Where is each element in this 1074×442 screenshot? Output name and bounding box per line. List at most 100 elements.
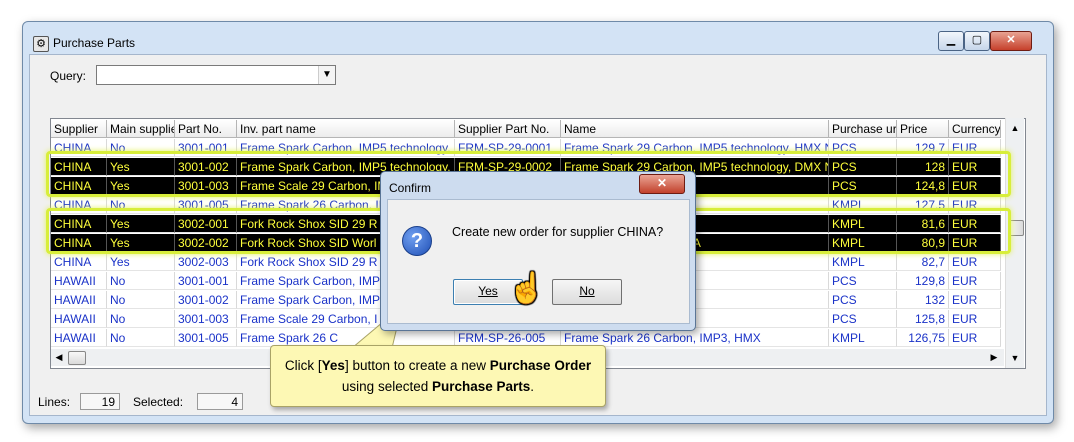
table-cell-supplier: CHINA bbox=[51, 253, 107, 271]
table-cell-supplier: HAWAII bbox=[51, 272, 107, 290]
question-icon: ? bbox=[402, 226, 432, 256]
no-button-label: No bbox=[579, 284, 595, 298]
table-row[interactable]: CHINA No 3001-001 Frame Spark Carbon, IMP5 … bbox=[51, 139, 1006, 157]
table-cell-cur: EUR bbox=[949, 139, 1001, 157]
confirm-dialog: Confirm ✕ ? Create new order for supplie… bbox=[380, 171, 696, 331]
table-cell-supplier: CHINA bbox=[51, 234, 107, 252]
instruction-callout: Click [Yes] button to create a new Purch… bbox=[270, 345, 606, 407]
table-cell-price: 129,7 bbox=[897, 139, 949, 157]
chevron-down-icon[interactable]: ▼ bbox=[318, 66, 335, 84]
table-cell-main: No bbox=[107, 291, 175, 309]
table-cell-unit: PCS bbox=[829, 272, 897, 290]
scroll-right-icon[interactable]: ▶ bbox=[986, 349, 1002, 366]
table-cell-unit: PCS bbox=[829, 310, 897, 328]
table-cell-cur: EUR bbox=[949, 310, 1001, 328]
table-cell-main: Yes bbox=[107, 215, 175, 233]
table-cell-price: 126,75 bbox=[897, 329, 949, 347]
dialog-close-button[interactable]: ✕ bbox=[639, 174, 685, 194]
table-cell-supplier: CHINA bbox=[51, 177, 107, 195]
table-cell-unit: KMPL bbox=[829, 329, 897, 347]
table-cell-supplier: CHINA bbox=[51, 215, 107, 233]
table-cell-inv: Frame Spark Carbon, IMP5 technology, H bbox=[237, 139, 455, 157]
table-cell-cur: EUR bbox=[949, 291, 1001, 309]
selected-count: 4 bbox=[197, 393, 243, 410]
callout-text-2: ] button to create a new bbox=[344, 358, 490, 373]
table-cell-cur: EUR bbox=[949, 158, 1001, 176]
table-cell-price: 128 bbox=[897, 158, 949, 176]
table-cell-supplier: CHINA bbox=[51, 196, 107, 214]
table-cell-part: 3001-001 bbox=[175, 272, 237, 290]
title-bar[interactable]: ⚙ Purchase Parts ▁ ▢ ✕ bbox=[23, 22, 1053, 52]
table-cell-supplier: HAWAII bbox=[51, 310, 107, 328]
table-cell-main: Yes bbox=[107, 253, 175, 271]
table-cell-price: 127,5 bbox=[897, 196, 949, 214]
vertical-scrollbar[interactable]: ▲ ▼ bbox=[1005, 118, 1024, 368]
table-cell-name: Frame Spark 29 Carbon, IMP5 technology, … bbox=[561, 139, 829, 157]
table-cell-unit: PCS bbox=[829, 139, 897, 157]
scroll-left-icon[interactable]: ◀ bbox=[51, 349, 67, 366]
table-cell-price: 82,7 bbox=[897, 253, 949, 271]
table-cell-price: 80,9 bbox=[897, 234, 949, 252]
table-cell-part: 3001-002 bbox=[175, 291, 237, 309]
table-cell-supplier: HAWAII bbox=[51, 291, 107, 309]
column-header[interactable]: Inv. part name bbox=[237, 120, 455, 138]
table-cell-unit: KMPL bbox=[829, 234, 897, 252]
selected-label: Selected: bbox=[133, 395, 184, 409]
horizontal-scroll-thumb[interactable] bbox=[68, 351, 86, 365]
table-cell-main: No bbox=[107, 139, 175, 157]
callout-yes: Yes bbox=[321, 358, 345, 373]
scroll-up-icon[interactable]: ▲ bbox=[1006, 120, 1024, 136]
scroll-down-icon[interactable]: ▼ bbox=[1006, 350, 1024, 366]
table-cell-part: 3002-001 bbox=[175, 215, 237, 233]
column-header[interactable]: Main supplie bbox=[107, 120, 175, 138]
table-cell-part: 3001-003 bbox=[175, 310, 237, 328]
table-cell-cur: EUR bbox=[949, 234, 1001, 252]
table-cell-part: 3001-003 bbox=[175, 177, 237, 195]
table-cell-unit: PCS bbox=[829, 158, 897, 176]
table-cell-cur: EUR bbox=[949, 177, 1001, 195]
table-cell-price: 125,8 bbox=[897, 310, 949, 328]
table-cell-part: 3001-002 bbox=[175, 158, 237, 176]
table-cell-price: 129,8 bbox=[897, 272, 949, 290]
query-dropdown[interactable]: ▼ bbox=[96, 65, 336, 85]
callout-text-4: . bbox=[530, 379, 535, 394]
column-header[interactable]: Price bbox=[897, 120, 949, 138]
table-cell-main: No bbox=[107, 310, 175, 328]
table-cell-unit: KMPL bbox=[829, 253, 897, 271]
column-header[interactable]: Supplier bbox=[51, 120, 107, 138]
table-cell-part: 3001-005 bbox=[175, 329, 237, 347]
column-header[interactable]: Purchase ur bbox=[829, 120, 897, 138]
table-cell-price: 124,8 bbox=[897, 177, 949, 195]
column-header[interactable]: Part No. bbox=[175, 120, 237, 138]
no-button[interactable]: No bbox=[552, 279, 622, 305]
table-cell-supplier: CHINA bbox=[51, 139, 107, 157]
callout-purchase-order: Purchase Order bbox=[489, 358, 592, 373]
callout-text-1: Click [ bbox=[284, 358, 322, 373]
vertical-scroll-thumb[interactable] bbox=[1008, 220, 1024, 236]
lines-count: 19 bbox=[80, 393, 120, 410]
close-button[interactable]: ✕ bbox=[990, 31, 1032, 51]
table-cell-unit: PCS bbox=[829, 291, 897, 309]
lines-label: Lines: bbox=[38, 395, 71, 409]
query-label: Query: bbox=[50, 69, 87, 83]
table-cell-main: No bbox=[107, 272, 175, 290]
minimize-button[interactable]: ▁ bbox=[938, 31, 964, 51]
table-cell-price: 81,6 bbox=[897, 215, 949, 233]
column-header[interactable]: Name bbox=[561, 120, 829, 138]
table-cell-part: 3002-002 bbox=[175, 234, 237, 252]
table-cell-main: No bbox=[107, 196, 175, 214]
yes-button-label: Yes bbox=[478, 284, 498, 298]
table-cell-part: 3001-001 bbox=[175, 139, 237, 157]
table-cell-main: Yes bbox=[107, 158, 175, 176]
table-cell-main: Yes bbox=[107, 177, 175, 195]
maximize-button[interactable]: ▢ bbox=[964, 31, 990, 51]
table-cell-unit: KMPL bbox=[829, 196, 897, 214]
column-header[interactable]: Supplier Part No. bbox=[455, 120, 561, 138]
column-header[interactable]: Currency bbox=[949, 120, 1001, 138]
dialog-message: Create new order for supplier CHINA? bbox=[452, 225, 664, 239]
table-cell-cur: EUR bbox=[949, 272, 1001, 290]
table-header[interactable]: Supplier Main supplie Part No. Inv. part na… bbox=[51, 120, 1006, 138]
table-cell-part: 3002-003 bbox=[175, 253, 237, 271]
callout-purchase-parts: Purchase Parts bbox=[431, 379, 531, 394]
table-cell-cur: EUR bbox=[949, 196, 1001, 214]
